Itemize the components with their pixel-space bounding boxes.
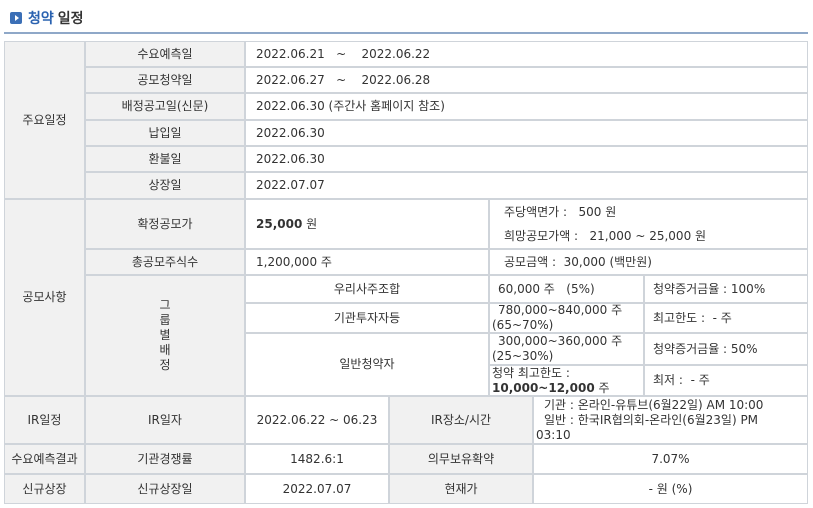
- group-label-char: 그: [159, 298, 171, 312]
- total-shares-value: 1,200,000 주: [245, 249, 489, 275]
- employee-shares: 60,000 주 (5%): [489, 275, 644, 303]
- listing-header: 신규상장: [4, 474, 85, 504]
- section-title: 청약 일정: [10, 6, 84, 30]
- general-max-value-line: 10,000~12,000 주: [492, 381, 610, 396]
- institution-shares-percent: (65~70%): [492, 318, 554, 332]
- ir-place-label: IR장소/시간: [389, 396, 533, 444]
- ir-place-general: 일반 : 한국IR협의회-온라인(6월23일) PM: [544, 412, 759, 427]
- schedule-row-label: 상장일: [85, 172, 245, 199]
- group-label-char: 룹: [159, 313, 171, 327]
- general-shares: 300,000~360,000 주 (25~30%): [489, 333, 644, 365]
- schedule-row-value: 2022.06.30 (주간사 홈페이지 참조): [245, 93, 808, 120]
- ir-place-value: 기관 : 온라인-유튜브(6월22일) AM 10:00 일반 : 한국IR협의…: [533, 396, 808, 444]
- competition-value: 1482.6:1: [245, 444, 389, 474]
- general-margin: 청약증거금율 : 50%: [644, 333, 808, 365]
- schedule-row-label: 수요예측일: [85, 41, 245, 67]
- hope-price: 희망공모가액 : 21,000 ~ 25,000 원: [504, 229, 707, 243]
- listing-date-value: 2022.07.07: [245, 474, 389, 504]
- fixed-price-unit: 원: [302, 216, 318, 231]
- bullet-icon: [10, 12, 22, 24]
- schedule-row-value: 2022.06.30: [245, 146, 808, 172]
- institution-shares: 780,000~840,000 주 (65~70%): [489, 303, 644, 333]
- schedule-row-label: 납입일: [85, 120, 245, 146]
- general-shares-percent: (25~30%): [492, 349, 554, 363]
- ir-place-general-time: 03:10: [536, 427, 571, 442]
- general-label: 일반청약자: [245, 333, 489, 396]
- general-min: 최저 : - 주: [644, 365, 808, 396]
- schedule-row-label: 배정공고일(신문): [85, 93, 245, 120]
- ir-date-label: IR일자: [85, 396, 245, 444]
- general-shares-range: 300,000~360,000 주: [498, 334, 623, 348]
- forecast-header: 수요예측결과: [4, 444, 85, 474]
- ir-place-institution: 기관 : 온라인-유튜브(6월22일) AM 10:00: [544, 397, 764, 412]
- fixed-price-number: 25,000: [256, 216, 303, 231]
- main-schedule-header: 주요일정: [4, 41, 85, 199]
- ir-header: IR일정: [4, 396, 85, 444]
- schedule-row-value: 2022.06.30: [245, 120, 808, 146]
- lockup-value: 7.07%: [533, 444, 808, 474]
- schedule-row-value: 2022.06.27 ~ 2022.06.28: [245, 67, 808, 93]
- employee-label: 우리사주조합: [245, 275, 489, 303]
- institution-label: 기관투자자등: [245, 303, 489, 333]
- total-shares-label: 총공모주식수: [85, 249, 245, 275]
- section-title-part2: 일정: [57, 11, 84, 27]
- offering-header: 공모사항: [4, 199, 85, 396]
- schedule-row-value: 2022.07.07: [245, 172, 808, 199]
- group-allocation-label: 그 룹 별 배 정: [85, 275, 245, 396]
- price-info: 주당액면가 : 500 원 희망공모가액 : 21,000 ~ 25,000 원: [489, 199, 808, 249]
- ir-date-value: 2022.06.22 ~ 06.23: [245, 396, 389, 444]
- institution-shares-range: 780,000~840,000 주: [498, 303, 623, 317]
- group-label-char: 배: [159, 343, 171, 357]
- listing-date-label: 신규상장일: [85, 474, 245, 504]
- fixed-price-value: 25,000 원: [245, 199, 489, 249]
- general-max: 청약 최고한도 : 10,000~12,000 주: [489, 365, 644, 396]
- institution-limit: 최고한도 : - 주: [644, 303, 808, 333]
- current-price-value: - 원 (%): [533, 474, 808, 504]
- general-max-value: 10,000~12,000: [492, 380, 595, 395]
- group-label-char: 정: [159, 358, 171, 372]
- offering-amount: 공모금액 : 30,000 (백만원): [489, 249, 808, 275]
- schedule-row-value: 2022.06.21 ~ 2022.06.22: [245, 41, 808, 67]
- general-max-unit: 주: [594, 380, 610, 395]
- competition-label: 기관경쟁률: [85, 444, 245, 474]
- section-title-part1: 청약: [28, 11, 54, 27]
- schedule-row-label: 공모청약일: [85, 67, 245, 93]
- general-max-label: 청약 최고한도 :: [492, 365, 570, 380]
- current-price-label: 현재가: [389, 474, 533, 504]
- schedule-row-label: 환불일: [85, 146, 245, 172]
- lockup-label: 의무보유확약: [389, 444, 533, 474]
- group-label-char: 별: [159, 328, 171, 342]
- par-value: 주당액면가 : 500 원: [504, 205, 617, 219]
- title-divider: [4, 32, 808, 34]
- employee-margin: 청약증거금율 : 100%: [644, 275, 808, 303]
- fixed-price-label: 확정공모가: [85, 199, 245, 249]
